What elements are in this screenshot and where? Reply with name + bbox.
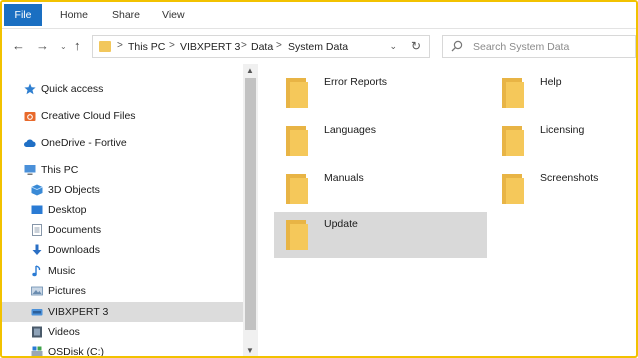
ribbon-tabs: File Home Share View	[2, 2, 636, 29]
sidebar-item-onedrive[interactable]: OneDrive - Fortive	[2, 133, 243, 153]
folder-item-error-reports[interactable]: Error Reports	[274, 70, 487, 116]
scroll-down-icon[interactable]: ▼	[246, 346, 254, 355]
document-icon	[32, 224, 42, 236]
breadcrumb-separator: >	[117, 40, 123, 51]
tab-file[interactable]: File	[4, 4, 42, 26]
breadcrumb-system-data[interactable]: System Data	[288, 41, 348, 53]
refresh-icon[interactable]: ↻	[411, 39, 421, 53]
sidebar-item-creative-cloud[interactable]: Creative Cloud Files	[2, 106, 243, 126]
sidebar-item-music[interactable]: Music	[2, 261, 243, 281]
scrollbar-thumb[interactable]	[245, 78, 256, 330]
forward-button[interactable]: →	[36, 38, 49, 53]
cloud-icon	[24, 139, 36, 147]
navigation-pane: Quick access Creative Cloud Files OneDri…	[2, 64, 258, 356]
folder-item-update[interactable]: Update	[274, 212, 487, 258]
download-icon	[32, 244, 42, 255]
sidebar-item-3d-objects[interactable]: 3D Objects	[2, 180, 243, 200]
folder-icon	[502, 174, 524, 204]
navigation-scrollbar[interactable]: ▲ ▼	[243, 64, 258, 356]
folder-item-manuals[interactable]: Manuals	[274, 166, 487, 212]
creative-cloud-icon	[24, 112, 36, 121]
up-button[interactable]: ↑	[74, 38, 81, 53]
drive-icon	[31, 309, 43, 316]
star-icon	[24, 83, 36, 95]
address-bar[interactable]: > This PC > VIBXPERT 3 > Data > System D…	[92, 35, 430, 58]
tab-view[interactable]: View	[162, 9, 185, 21]
address-dropdown-icon[interactable]: ⌄	[389, 41, 397, 52]
folder-icon	[286, 174, 308, 204]
video-icon	[32, 326, 42, 338]
breadcrumb-this-pc[interactable]: This PC	[128, 41, 165, 53]
folder-item-help[interactable]: Help	[490, 70, 636, 116]
cube-icon	[31, 184, 43, 196]
sidebar-item-pictures[interactable]: Pictures	[2, 281, 243, 301]
folder-contents: Error Reports Help Languages Licensing M…	[258, 64, 636, 356]
tab-share[interactable]: Share	[112, 9, 140, 21]
sidebar-item-documents[interactable]: Documents	[2, 220, 243, 240]
desktop-icon	[31, 205, 43, 214]
computer-icon	[24, 165, 36, 175]
sidebar-item-vibxpert[interactable]: VIBXPERT 3	[2, 302, 243, 322]
breadcrumb-separator: >	[241, 40, 247, 51]
recent-locations-button[interactable]: ⌄	[60, 42, 67, 51]
music-icon	[32, 265, 41, 277]
explorer-window: File Home Share View ← → ⌄ ↑ > This PC >…	[0, 0, 638, 358]
search-icon	[451, 40, 463, 52]
search-box[interactable]: Search System Data	[442, 35, 636, 58]
folder-icon	[502, 126, 524, 156]
scroll-up-icon[interactable]: ▲	[246, 66, 254, 75]
tab-home[interactable]: Home	[60, 9, 88, 21]
folder-item-screenshots[interactable]: Screenshots	[490, 166, 636, 212]
sidebar-item-osdisk[interactable]: OSDisk (C:)	[2, 342, 243, 356]
breadcrumb-separator: >	[169, 40, 175, 51]
back-button[interactable]: ←	[12, 38, 25, 53]
sidebar-item-quick-access[interactable]: Quick access	[2, 79, 243, 99]
folder-icon	[286, 78, 308, 108]
breadcrumb-separator: >	[276, 40, 282, 51]
sidebar-item-videos[interactable]: Videos	[2, 322, 243, 342]
pictures-icon	[31, 286, 43, 296]
folder-item-licensing[interactable]: Licensing	[490, 118, 636, 164]
disk-icon	[31, 346, 43, 356]
folder-icon	[502, 78, 524, 108]
breadcrumb-vibxpert[interactable]: VIBXPERT 3	[180, 41, 240, 53]
sidebar-item-this-pc[interactable]: This PC	[2, 160, 243, 180]
address-row: ← → ⌄ ↑ > This PC > VIBXPERT 3 > Data > …	[2, 31, 636, 62]
folder-item-languages[interactable]: Languages	[274, 118, 487, 164]
folder-icon	[99, 41, 111, 52]
folder-icon	[286, 126, 308, 156]
search-input[interactable]: Search System Data	[473, 41, 569, 53]
breadcrumb-data[interactable]: Data	[251, 41, 273, 53]
sidebar-item-desktop[interactable]: Desktop	[2, 200, 243, 220]
sidebar-item-downloads[interactable]: Downloads	[2, 240, 243, 260]
folder-icon	[286, 220, 308, 250]
